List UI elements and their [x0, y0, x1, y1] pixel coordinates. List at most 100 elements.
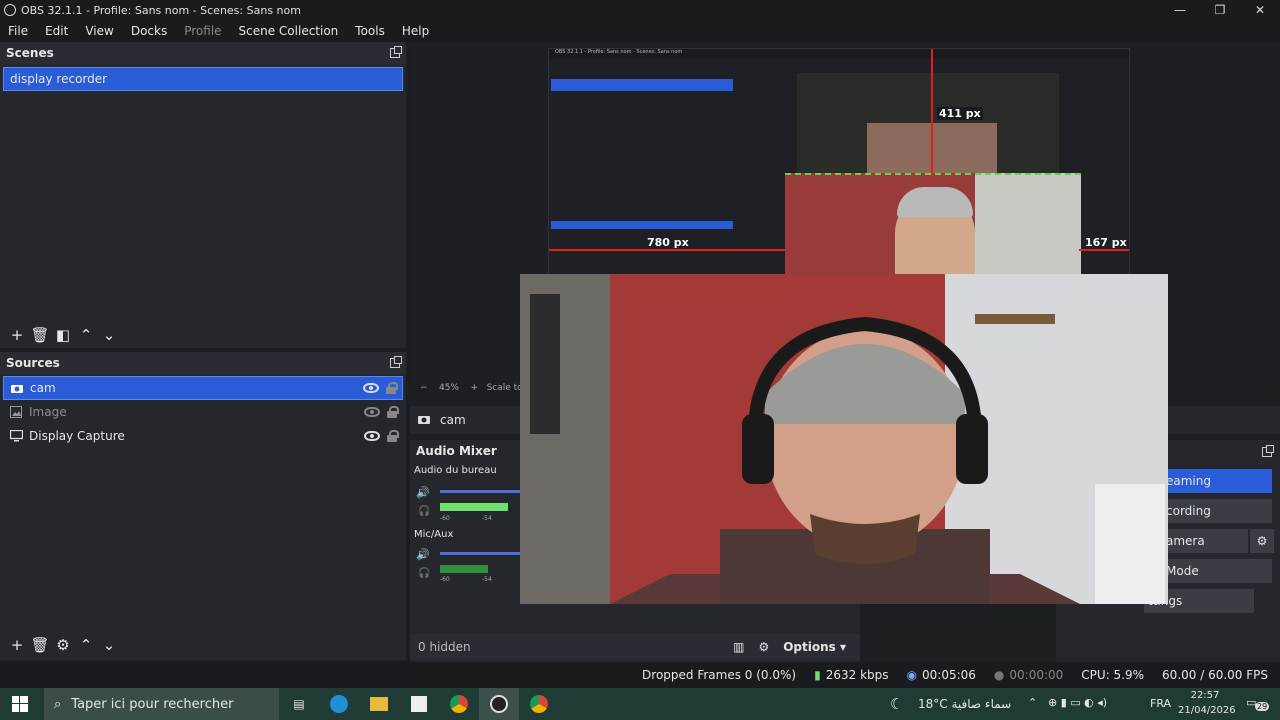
weather-text[interactable]: 18°C سماء صافية	[918, 697, 1011, 711]
level-meter	[440, 503, 508, 511]
scenes-title: Scenes	[6, 46, 54, 60]
headphones-icon[interactable]: 🎧	[418, 506, 430, 517]
gear-icon[interactable]: ⚙	[1250, 529, 1274, 553]
gear-icon[interactable]: ⚙	[52, 634, 74, 656]
signal-icon: ▮	[814, 668, 821, 682]
clock-date[interactable]: 21/04/2026	[1178, 705, 1236, 716]
source-label: cam	[30, 381, 56, 395]
volume-slider[interactable]	[440, 552, 520, 555]
undock-icon[interactable]	[390, 46, 402, 58]
webcam-image	[520, 274, 1168, 604]
lock-icon[interactable]	[387, 406, 399, 418]
speaker-icon[interactable]: 🔊	[416, 486, 430, 499]
move-up-icon[interactable]: ⌃	[75, 634, 97, 656]
monitor-icon	[9, 429, 23, 443]
visibility-hidden-icon[interactable]	[364, 407, 380, 417]
menu-bar: File Edit View Docks Profile Scene Colle…	[0, 20, 1280, 42]
zoom-controls[interactable]: − 45% + Scale to	[420, 383, 523, 393]
source-item-display-capture[interactable]: Display Capture	[3, 424, 403, 448]
selection-edge	[785, 173, 1081, 175]
right-guide-line	[1079, 249, 1129, 251]
top-guide-line	[931, 49, 933, 179]
tray-chevron-icon[interactable]: ⌃	[1028, 696, 1037, 709]
task-view-icon[interactable]: ▤	[279, 688, 319, 720]
move-up-icon[interactable]: ⌃	[75, 324, 97, 346]
start-streaming-button[interactable]: eaming	[1162, 469, 1272, 493]
clock-time[interactable]: 22:57	[1180, 690, 1230, 701]
hidden-count: 0 hidden	[418, 640, 471, 654]
virtual-camera-button[interactable]: amera	[1162, 529, 1248, 553]
restore-button[interactable]: ❐	[1200, 0, 1240, 20]
layout-icon[interactable]: ▥	[733, 640, 744, 654]
visibility-eye-icon[interactable]	[364, 431, 380, 441]
trash-icon[interactable]: 🗑	[29, 324, 51, 346]
nested-title: OBS 32.1.1 - Profile: Sans nom - Scenes:…	[549, 49, 1129, 59]
lock-icon[interactable]	[386, 382, 398, 394]
taskbar-search[interactable]: ⌕ Taper ici pour rechercher	[44, 688, 279, 720]
gear-icon[interactable]: ⚙	[758, 640, 769, 654]
scenes-toolbar: + 🗑 ◧ ⌃ ⌄	[0, 322, 406, 348]
add-source-icon[interactable]: +	[6, 634, 28, 656]
moon-weather-icon: ☾	[890, 695, 904, 713]
headphones-icon[interactable]: 🎧	[418, 568, 430, 579]
status-bar: Dropped Frames 0 (0.0%) ▮ 2632 kbps ◉ 00:0…	[0, 662, 1280, 688]
scenes-header: Scenes	[0, 42, 406, 64]
menu-tools[interactable]: Tools	[355, 24, 385, 38]
scene-label: display recorder	[10, 72, 108, 86]
level-meter	[440, 565, 488, 573]
chrome-icon[interactable]	[439, 688, 479, 720]
volume-slider[interactable]	[440, 490, 520, 493]
close-button[interactable]: ✕	[1240, 0, 1280, 20]
options-label: Options	[783, 640, 836, 654]
camera-icon	[418, 413, 430, 427]
studio-mode-button[interactable]: Mode	[1162, 559, 1272, 583]
add-scene-icon[interactable]: +	[6, 324, 28, 346]
measure-left-label: 780 px	[647, 236, 689, 249]
undock-icon[interactable]	[390, 356, 402, 368]
menu-profile[interactable]: Profile	[184, 24, 221, 38]
camera-icon	[10, 381, 24, 395]
move-down-icon[interactable]: ⌄	[98, 634, 120, 656]
sources-header: Sources	[0, 352, 406, 374]
menu-file[interactable]: File	[8, 24, 28, 38]
speaker-icon[interactable]: 🔊	[416, 548, 430, 561]
scene-item[interactable]: display recorder	[3, 67, 403, 91]
undock-icon[interactable]	[1262, 445, 1274, 457]
mixer-channel-name: Mic/Aux	[414, 529, 454, 540]
move-down-icon[interactable]: ⌄	[98, 324, 120, 346]
fps: 60.00 / 60.00 FPS	[1162, 668, 1268, 682]
windows-taskbar: ⌕ Taper ici pour rechercher ▤ ☾ 18°C سما…	[0, 688, 1280, 720]
bitrate: ▮ 2632 kbps	[814, 668, 888, 682]
sources-toolbar: + 🗑 ⚙ ⌃ ⌄	[0, 632, 406, 658]
language-indicator[interactable]: FRA	[1150, 697, 1171, 710]
menu-docks[interactable]: Docks	[131, 24, 167, 38]
file-explorer-icon[interactable]	[359, 688, 399, 720]
start-recording-button[interactable]: cording	[1162, 499, 1272, 523]
edge-icon[interactable]	[319, 688, 359, 720]
obs-logo-icon	[4, 4, 16, 16]
nested-obs-capture: OBS 32.1.1 - Profile: Sans nom - Scenes:…	[548, 48, 1130, 276]
filter-icon[interactable]: ◧	[52, 324, 74, 346]
source-item-cam[interactable]: cam	[3, 376, 403, 400]
stream-time-value: 00:05:06	[922, 668, 976, 682]
menu-view[interactable]: View	[85, 24, 113, 38]
record-time-value: 00:00:00	[1009, 668, 1064, 682]
tray-icons[interactable]: ⊕ ▮ ▭ ◐ ◂)	[1048, 696, 1107, 709]
lock-icon[interactable]	[387, 430, 399, 442]
menu-edit[interactable]: Edit	[45, 24, 68, 38]
mixer-channel-name: Audio du bureau	[414, 465, 497, 476]
store-icon[interactable]	[399, 688, 439, 720]
minimize-button[interactable]: —	[1160, 0, 1200, 20]
nested-screen-capture	[797, 73, 1059, 183]
menu-scene-collection[interactable]: Scene Collection	[239, 24, 339, 38]
chrome-profile-icon[interactable]	[519, 688, 559, 720]
obs-taskbar-icon[interactable]	[479, 688, 519, 720]
windows-start-icon[interactable]	[12, 696, 28, 715]
menu-help[interactable]: Help	[402, 24, 429, 38]
options-button[interactable]: Options ▾	[783, 640, 846, 654]
source-item-image[interactable]: Image	[3, 400, 403, 424]
left-guide-line	[549, 249, 785, 251]
visibility-eye-icon[interactable]	[363, 383, 379, 393]
stream-time: ◉ 00:05:06	[907, 668, 976, 682]
trash-icon[interactable]: 🗑	[29, 634, 51, 656]
